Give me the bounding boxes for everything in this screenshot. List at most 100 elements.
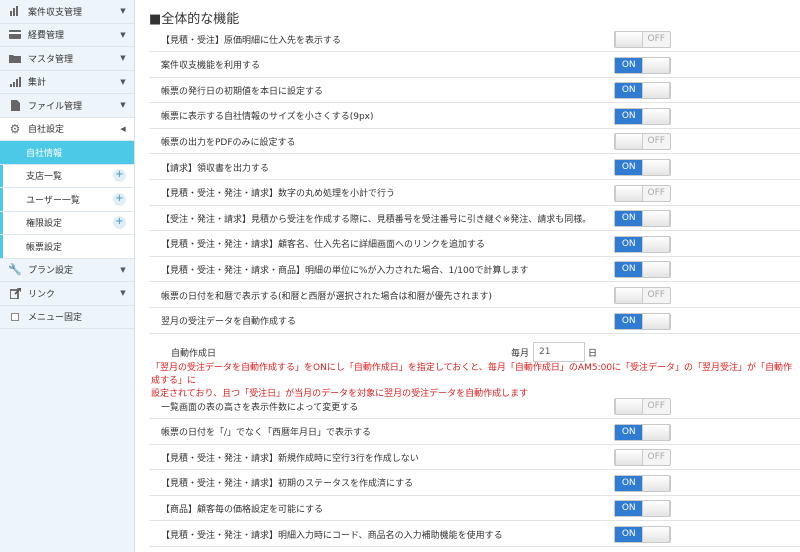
toggle-off-label: OFF bbox=[647, 290, 665, 300]
checkbox-icon[interactable] bbox=[9, 311, 21, 323]
sidebar-subitem-company-info[interactable]: 自社情報 bbox=[0, 141, 134, 165]
sidebar-item-label: 集計 bbox=[28, 78, 47, 89]
sidebar-item-label: リンク bbox=[28, 289, 56, 300]
add-user-icon[interactable]: + bbox=[113, 192, 126, 206]
toggle-knob bbox=[615, 399, 643, 414]
setting-row: 帳票の日付を「/」でなく「西暦年月日」で表示する ON bbox=[149, 420, 800, 445]
setting-toggle[interactable]: OFF bbox=[614, 398, 671, 415]
sidebar-subitem-permissions[interactable]: 権限設定 + bbox=[0, 211, 134, 235]
setting-row: 【受注・発注・請求】見積から受注を作成する際に、見積番号を受注番号に引き継ぐ※発… bbox=[149, 206, 800, 232]
sidebar-subitem-users[interactable]: ユーザー一覧 + bbox=[0, 188, 134, 212]
sidebar-subitem-label: 権限設定 bbox=[26, 219, 63, 230]
toggle-off-label: OFF bbox=[647, 452, 665, 463]
setting-toggle[interactable]: ON bbox=[614, 474, 671, 492]
sidebar-item-master[interactable]: マスタ管理 ▼ bbox=[0, 47, 134, 71]
setting-label: 帳票の日付を「/」でなく「西暦年月日」で表示する bbox=[161, 428, 372, 439]
sidebar-subitem-label: ユーザー一覧 bbox=[26, 195, 80, 206]
setting-row: 【請求】領収書を出力する ON bbox=[149, 155, 800, 180]
setting-label: 案件収支機能を利用する bbox=[161, 61, 261, 72]
setting-toggle[interactable]: ON bbox=[614, 159, 671, 176]
setting-label: 翌月の受注データを自動作成する bbox=[161, 317, 297, 328]
setting-row: 【見積・受注・発注・請求】数字の丸め処理を小計で行う OFF bbox=[149, 181, 800, 206]
sidebar-item-links[interactable]: リンク ▼ bbox=[0, 282, 134, 306]
toggle-knob bbox=[615, 185, 643, 201]
setting-row: 帳票の出力をPDFのみに設定する OFF bbox=[149, 129, 800, 155]
file-icon bbox=[9, 99, 21, 111]
day-suffix-label: 日 bbox=[588, 349, 598, 359]
setting-label: 帳票に表示する自社情報のサイズを小さくする(9px) bbox=[161, 112, 374, 123]
toggle-on-label: ON bbox=[615, 160, 643, 175]
sidebar-item-summary[interactable]: 集計 ▼ bbox=[0, 71, 134, 94]
setting-row: 【見積・受注・発注・請求・商品】明細の単位に%が入力された場合、1/100で計算… bbox=[149, 257, 800, 283]
sidebar-item-pin-menu[interactable]: メニュー固定 bbox=[0, 306, 134, 329]
chevron-down-icon: ▼ bbox=[120, 30, 126, 39]
toggle-on-label: ON bbox=[615, 83, 643, 99]
sidebar-item-label: ファイル管理 bbox=[28, 101, 83, 112]
toggle-knob bbox=[642, 108, 670, 124]
sidebar-item-label: プラン設定 bbox=[28, 266, 74, 277]
setting-toggle[interactable]: ON bbox=[614, 526, 671, 543]
setting-toggle[interactable]: OFF bbox=[614, 449, 671, 467]
setting-label: 帳票の出力をPDFのみに設定する bbox=[161, 137, 296, 148]
monthly-label: 毎月 bbox=[511, 349, 530, 359]
setting-toggle[interactable]: ON bbox=[614, 210, 671, 228]
toggle-knob bbox=[642, 501, 670, 517]
setting-row: 案件収支機能を利用する ON bbox=[149, 53, 800, 78]
sidebar-item-files[interactable]: ファイル管理 ▼ bbox=[0, 94, 134, 118]
toggle-on-label: ON bbox=[615, 424, 643, 440]
setting-toggle[interactable]: ON bbox=[614, 312, 671, 330]
sidebar-item-project-balance[interactable]: 案件収支管理 ▼ bbox=[0, 0, 134, 24]
toggle-knob bbox=[642, 236, 670, 252]
setting-row: 【商品】顧客毎の価格設定を可能にする ON bbox=[149, 496, 800, 522]
toggle-off-label: OFF bbox=[647, 34, 665, 44]
gear-icon: ⚙ bbox=[9, 121, 21, 136]
sidebar-item-plan[interactable]: 🔧 プラン設定 ▼ bbox=[0, 259, 134, 282]
sidebar-item-label: 案件収支管理 bbox=[28, 7, 83, 18]
setting-label: 【請求】領収書を出力する bbox=[161, 163, 270, 174]
page-title: ■全体的な機能 bbox=[149, 12, 240, 27]
chevron-down-icon: ▼ bbox=[120, 289, 126, 298]
add-permission-icon[interactable]: + bbox=[113, 216, 126, 230]
setting-row: 帳票に表示する自社情報のサイズを小さくする(9px) ON bbox=[149, 104, 800, 129]
toggle-knob bbox=[642, 160, 670, 175]
toggle-knob bbox=[642, 313, 670, 329]
setting-toggle[interactable]: OFF bbox=[614, 287, 671, 304]
setting-toggle[interactable]: OFF bbox=[614, 184, 671, 202]
toggle-on-label: ON bbox=[615, 313, 643, 329]
submenu-indicator bbox=[0, 164, 3, 187]
sidebar-item-company-settings[interactable]: ⚙ 自社設定 ◀ bbox=[0, 117, 134, 141]
wrench-icon: 🔧 bbox=[8, 263, 22, 277]
setting-toggle[interactable]: ON bbox=[614, 56, 671, 74]
setting-toggle[interactable]: ON bbox=[614, 261, 671, 279]
chevron-down-icon: ▼ bbox=[120, 265, 126, 274]
setting-toggle[interactable]: ON bbox=[614, 82, 671, 100]
add-branch-icon[interactable]: + bbox=[113, 169, 126, 183]
signal-icon bbox=[9, 76, 21, 88]
toggle-on-label: ON bbox=[615, 527, 643, 542]
sidebar-item-expenses[interactable]: 経費管理 ▼ bbox=[0, 24, 134, 47]
setting-label: 【見積・受注・発注・請求】初期のステータスを作成済にする bbox=[161, 479, 414, 490]
toggle-off-label: OFF bbox=[647, 187, 665, 198]
auto-create-day-label: 自動作成日 bbox=[171, 349, 217, 359]
sidebar-item-label: 経費管理 bbox=[28, 31, 65, 42]
toggle-knob bbox=[642, 57, 670, 73]
setting-toggle[interactable]: ON bbox=[614, 235, 671, 253]
sidebar-item-label: 自社設定 bbox=[28, 125, 65, 136]
setting-label: 一覧画面の表の高さを表示件数によって変更する bbox=[161, 402, 359, 413]
setting-toggle[interactable]: ON bbox=[614, 107, 671, 125]
setting-label: 【受注・発注・請求】見積から受注を作成する際に、見積番号を受注番号に引き継ぐ※発… bbox=[161, 214, 592, 225]
sidebar-subitem-form-settings[interactable]: 帳票設定 bbox=[0, 235, 134, 259]
bar-chart-icon bbox=[9, 5, 21, 17]
credit-card-icon bbox=[9, 29, 21, 41]
setting-toggle[interactable]: ON bbox=[614, 500, 671, 518]
auto-create-day-row: 自動作成日 毎月 日 bbox=[149, 341, 800, 363]
auto-create-day-input[interactable] bbox=[533, 342, 585, 362]
toggle-knob bbox=[642, 475, 670, 491]
setting-label: 【見積・受注・発注・請求・商品】明細の単位に%が入力された場合、1/100で計算… bbox=[161, 265, 529, 276]
setting-toggle[interactable]: OFF bbox=[614, 31, 671, 48]
setting-toggle[interactable]: OFF bbox=[614, 133, 671, 151]
sidebar-subitem-label: 支店一覧 bbox=[26, 172, 63, 183]
setting-toggle[interactable]: ON bbox=[614, 423, 671, 441]
sidebar-subitem-branches[interactable]: 支店一覧 + bbox=[0, 164, 134, 188]
sidebar-subitem-label: 帳票設定 bbox=[26, 242, 63, 253]
